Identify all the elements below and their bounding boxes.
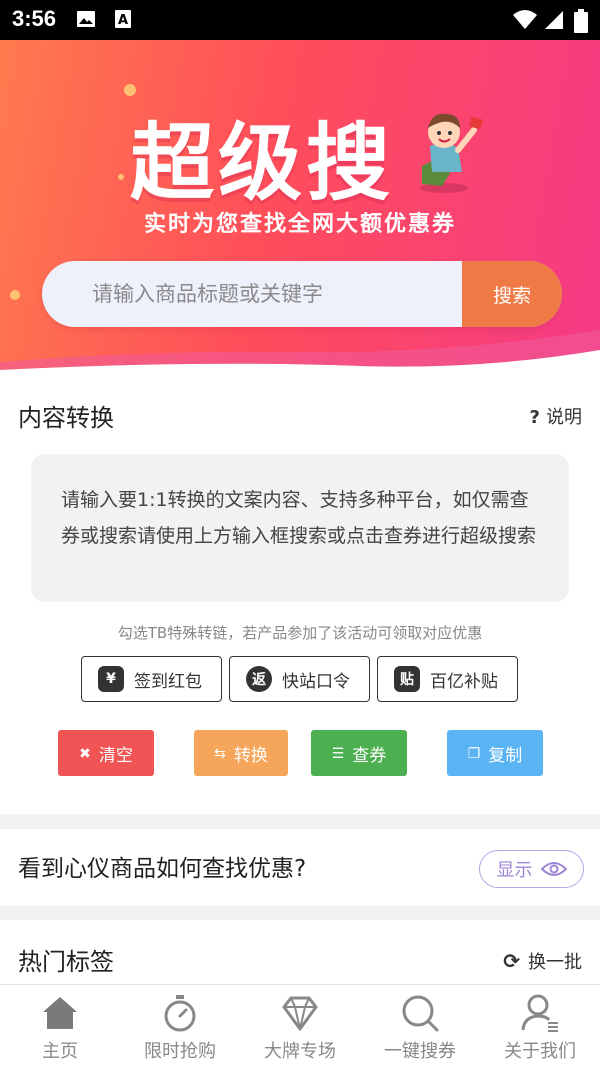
hero-title: 超级搜: [130, 114, 395, 212]
hot-tags-title: 热门标签: [18, 948, 114, 976]
convert-label: 转换: [233, 745, 268, 765]
tb-hint-text: 勾选TB特殊转链，若产品参加了该活动可领取对应优惠: [117, 624, 483, 642]
battery-icon: [574, 9, 588, 33]
mascot-boy-illustration: [420, 113, 484, 193]
refresh-icon: ⟳: [503, 949, 520, 973]
copy-icon: ❐: [467, 744, 481, 761]
close-circle-icon: ✖: [79, 744, 91, 761]
hero-wave: [0, 330, 600, 380]
question-icon: ?: [529, 407, 540, 428]
user-icon: [521, 994, 558, 1032]
offer-help-question: 看到心仪商品如何查找优惠?: [18, 856, 307, 882]
diamond-icon: [282, 996, 318, 1031]
text-a-icon: A: [115, 10, 131, 28]
check-coupon-label: 查券: [352, 745, 387, 765]
hero-subtitle: 实时为您查找全网大额优惠券: [143, 212, 456, 237]
stopwatch-icon: [164, 995, 196, 1032]
image-icon: [77, 11, 95, 27]
convert-button[interactable]: ⇆ 转换: [194, 730, 288, 776]
hero-banner: 超级搜 实时为您查找全网大额优惠券 搜索: [0, 40, 600, 380]
convert-icon: ⇆: [214, 744, 226, 761]
decor-dot: [118, 174, 124, 180]
nav-item-about[interactable]: 关于我们: [480, 985, 600, 1066]
svg-text:A: A: [118, 13, 128, 28]
nav-item-flash-sale[interactable]: 限时抢购: [120, 985, 240, 1066]
search-icon: [402, 995, 439, 1032]
option-kuaizhan-code[interactable]: 返 快站口令: [229, 656, 370, 702]
clear-button[interactable]: ✖ 清空: [58, 730, 154, 776]
option-subsidy[interactable]: 贴 百亿补贴: [377, 656, 518, 702]
option-label: 快站口令: [282, 671, 350, 692]
option-sign-in-red-envelope[interactable]: ¥ 签到红包: [81, 656, 222, 702]
help-label: 说明: [546, 407, 582, 428]
convert-textarea[interactable]: 请输入要1:1转换的文案内容、支持多种平台，如仅需查券或搜索请使用上方输入框搜索…: [31, 454, 569, 602]
red-envelope-icon: ¥: [98, 666, 124, 692]
show-button[interactable]: 显示: [479, 850, 584, 888]
nav-label: 一键搜券: [384, 1041, 456, 1062]
nav-label: 主页: [42, 1041, 78, 1062]
option-label: 百亿补贴: [430, 671, 498, 692]
signal-icon: [545, 11, 563, 29]
wifi-icon: [513, 10, 537, 29]
nav-label: 关于我们: [504, 1041, 576, 1062]
status-time: 3:56: [12, 6, 57, 31]
nav-item-home[interactable]: 主页: [0, 985, 120, 1066]
offer-help-section: 看到心仪商品如何查找优惠? 显示: [0, 829, 600, 906]
copy-label: 复制: [488, 745, 523, 765]
refresh-tags-button[interactable]: ⟳ 换一批: [503, 948, 582, 974]
nav-label: 限时抢购: [144, 1041, 216, 1062]
search-list-icon: ☰: [331, 744, 345, 761]
decor-dot: [124, 84, 136, 96]
bottom-nav: 主页 限时抢购 大牌专场 一键搜券 关于我们: [0, 984, 600, 1066]
status-bar: 3:56 A: [0, 0, 600, 40]
subsidy-icon: 贴: [394, 666, 420, 692]
nav-item-coupon-search[interactable]: 一键搜券: [360, 985, 480, 1066]
hot-tags-section: 热门标签 ⟳ 换一批: [0, 920, 600, 986]
nav-label: 大牌专场: [264, 1041, 336, 1062]
nav-item-big-brands[interactable]: 大牌专场: [240, 985, 360, 1066]
section-title: 内容转换: [18, 404, 114, 432]
home-icon: [43, 997, 77, 1029]
decor-dot: [10, 290, 20, 300]
content-convert-section: 内容转换 ? 说明 请输入要1:1转换的文案内容、支持多种平台，如仅需查券或搜索请…: [0, 378, 600, 814]
copy-button[interactable]: ❐ 复制: [447, 730, 543, 776]
clear-label: 清空: [98, 745, 133, 765]
return-icon: 返: [246, 666, 272, 692]
show-label: 显示: [496, 860, 533, 881]
help-link[interactable]: ? 说明: [530, 403, 582, 429]
check-coupon-button[interactable]: ☰ 查券: [311, 730, 407, 776]
refresh-label: 换一批: [528, 952, 582, 973]
option-label: 签到红包: [134, 671, 202, 692]
eye-icon: [540, 862, 567, 876]
